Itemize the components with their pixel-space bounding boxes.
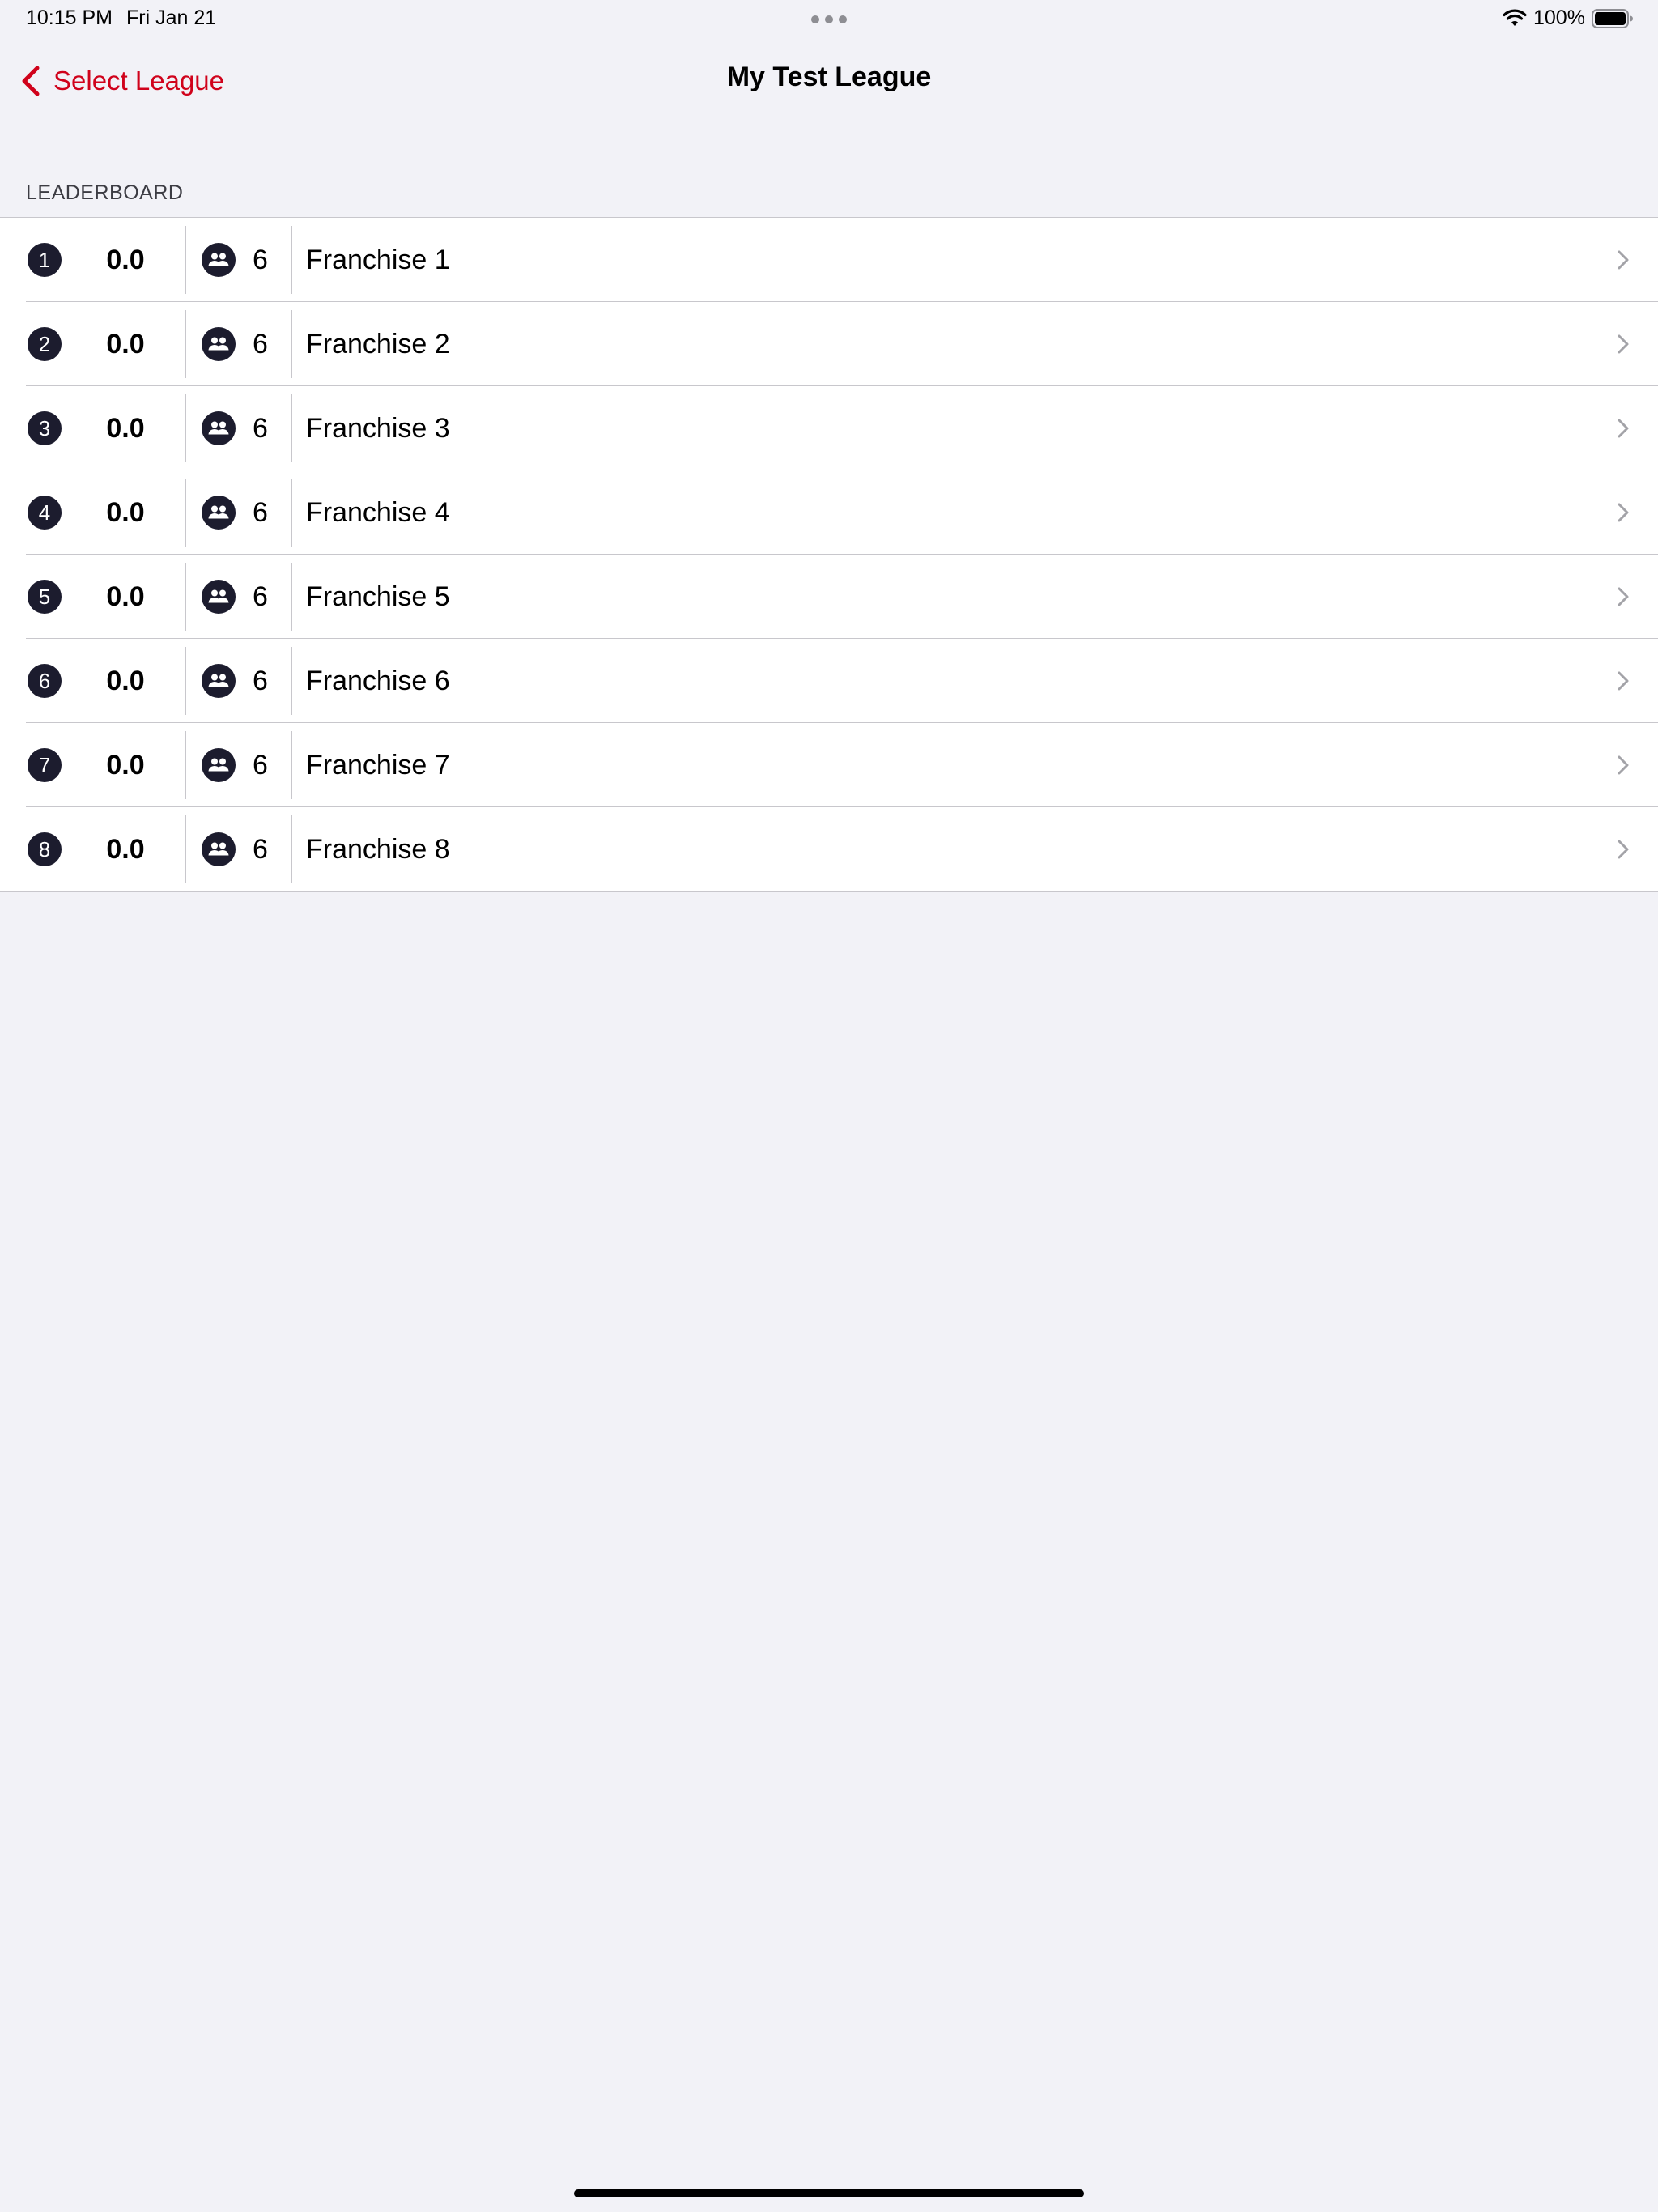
rank-badge: 8 [28, 832, 62, 866]
leaderboard-row[interactable]: 7 0.0 6 Franchise 7 [0, 723, 1658, 807]
franchise-name: Franchise 4 [306, 497, 450, 528]
members-count: 6 [253, 666, 268, 696]
chevron-right-icon [1618, 840, 1629, 859]
score: 0.0 [106, 581, 145, 612]
divider [185, 394, 186, 462]
rank-badge: 4 [28, 496, 62, 530]
members-count: 6 [253, 581, 268, 612]
leaderboard-section-header: LEADERBOARD [26, 181, 184, 204]
leaderboard-row[interactable]: 6 0.0 6 Franchise 6 [0, 639, 1658, 723]
members-count: 6 [253, 329, 268, 359]
leaderboard-row[interactable]: 5 0.0 6 Franchise 5 [0, 555, 1658, 639]
divider [291, 647, 292, 715]
score: 0.0 [106, 834, 145, 865]
chevron-right-icon [1618, 250, 1629, 270]
status-time: 10:15 PM [26, 6, 113, 29]
people-icon [202, 496, 236, 530]
people-icon [202, 580, 236, 614]
rank-badge: 2 [28, 327, 62, 361]
franchise-name: Franchise 3 [306, 413, 450, 444]
page-title: My Test League [726, 62, 932, 92]
leaderboard-list: 1 0.0 6 Franchise 1 2 0.0 6 Franchise 2 3 0.0 6 Fra… [0, 217, 1658, 892]
chevron-right-icon [1618, 755, 1629, 775]
members-count: 6 [253, 750, 268, 781]
rank-badge: 3 [28, 411, 62, 445]
rank-badge: 1 [28, 243, 62, 277]
franchise-name: Franchise 6 [306, 666, 450, 696]
chevron-right-icon [1618, 503, 1629, 522]
divider [185, 815, 186, 883]
divider [291, 815, 292, 883]
status-date: Fri Jan 21 [126, 6, 217, 29]
chevron-right-icon [1618, 334, 1629, 354]
leaderboard-row[interactable]: 3 0.0 6 Franchise 3 [0, 386, 1658, 470]
leaderboard-row[interactable]: 1 0.0 6 Franchise 1 [0, 218, 1658, 302]
members-count: 6 [253, 497, 268, 528]
members-count: 6 [253, 245, 268, 275]
battery-percentage: 100% [1533, 6, 1585, 29]
multitasking-dots-icon[interactable] [811, 15, 847, 23]
rank-badge: 7 [28, 748, 62, 782]
battery-icon [1592, 9, 1633, 28]
rank-badge: 5 [28, 580, 62, 614]
franchise-name: Franchise 2 [306, 329, 450, 359]
divider [185, 563, 186, 631]
leaderboard-row[interactable]: 8 0.0 6 Franchise 8 [0, 807, 1658, 891]
divider [291, 731, 292, 799]
people-icon [202, 327, 236, 361]
people-icon [202, 411, 236, 445]
score: 0.0 [106, 329, 145, 359]
people-icon [202, 832, 236, 866]
franchise-name: Franchise 5 [306, 581, 450, 612]
score: 0.0 [106, 750, 145, 781]
franchise-name: Franchise 7 [306, 750, 450, 781]
divider [185, 647, 186, 715]
score: 0.0 [106, 666, 145, 696]
divider [185, 731, 186, 799]
home-indicator[interactable] [574, 2189, 1084, 2197]
members-count: 6 [253, 413, 268, 444]
chevron-right-icon [1618, 587, 1629, 606]
wifi-icon [1503, 9, 1527, 26]
divider [291, 310, 292, 378]
people-icon [202, 664, 236, 698]
franchise-name: Franchise 1 [306, 245, 450, 275]
people-icon [202, 243, 236, 277]
franchise-name: Franchise 8 [306, 834, 450, 865]
divider [185, 310, 186, 378]
divider [291, 394, 292, 462]
people-icon [202, 748, 236, 782]
divider [291, 226, 292, 294]
divider [185, 479, 186, 547]
score: 0.0 [106, 245, 145, 275]
chevron-right-icon [1618, 671, 1629, 691]
chevron-right-icon [1618, 419, 1629, 438]
rank-badge: 6 [28, 664, 62, 698]
score: 0.0 [106, 497, 145, 528]
members-count: 6 [253, 834, 268, 865]
divider [291, 563, 292, 631]
score: 0.0 [106, 413, 145, 444]
divider [185, 226, 186, 294]
status-bar: 10:15 PM Fri Jan 21 100% [0, 0, 1658, 39]
leaderboard-row[interactable]: 2 0.0 6 Franchise 2 [0, 302, 1658, 386]
divider [291, 479, 292, 547]
leaderboard-row[interactable]: 4 0.0 6 Franchise 4 [0, 470, 1658, 555]
